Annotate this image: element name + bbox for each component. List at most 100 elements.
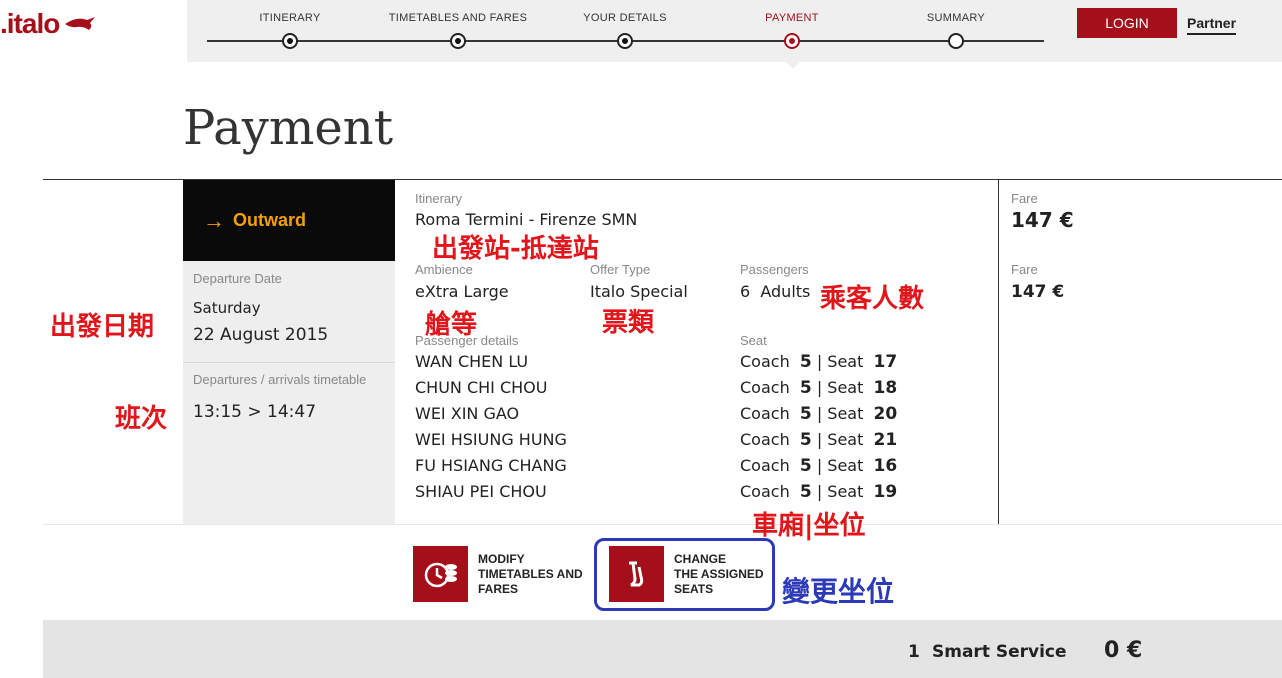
fare-label: Fare — [1011, 262, 1038, 277]
seat-number: 20 — [873, 404, 898, 424]
passengers-count: 6 — [740, 282, 751, 301]
modify-timetables-button[interactable]: MODIFY TIMETABLES AND FARES — [413, 545, 583, 603]
step-dot-icon — [282, 33, 298, 49]
fare-total: 147 € — [1011, 208, 1074, 232]
arrow-right-icon: → — [203, 207, 225, 233]
coach-number: 5 — [799, 352, 812, 372]
seat-assignment: Coach 5 | Seat 17 — [740, 352, 897, 372]
seat-separator: | — [816, 378, 823, 397]
passengers-unit: Adults — [760, 282, 811, 301]
seat-assignment: Coach 5 | Seat 16 — [740, 456, 897, 476]
passenger-name: WAN CHEN LU — [415, 352, 529, 371]
itinerary-value: Roma Termini - Firenze SMN — [415, 210, 638, 229]
timetable-label: Departures / arrivals timetable — [193, 372, 367, 387]
seat-number: 18 — [873, 378, 898, 398]
passenger-name: WEI HSIUNG HUNG — [415, 430, 567, 449]
passenger-name: SHIAU PEI CHOU — [415, 482, 547, 501]
divider — [43, 524, 1282, 525]
annotation-train: 班次 — [115, 404, 168, 434]
seat-word: Seat — [827, 404, 864, 423]
seat-word: Seat — [827, 378, 864, 397]
service-count: 1 — [908, 642, 920, 662]
partner-link[interactable]: Partner — [1187, 15, 1237, 35]
seat-separator: | — [816, 456, 823, 475]
fare-label: Fare — [1011, 191, 1038, 206]
page-title: Payment — [183, 100, 393, 156]
step-dot-icon — [450, 33, 466, 49]
coach-word: Coach — [740, 482, 790, 501]
seat-word: Seat — [827, 352, 864, 371]
annotation-stations: 出發站-抵達站 — [432, 234, 599, 264]
modify-line: FARES — [478, 581, 519, 596]
step-timetables-and-fares[interactable]: TIMETABLES AND FARES — [378, 0, 538, 60]
seat-word: Seat — [827, 482, 864, 501]
step-your-details[interactable]: YOUR DETAILS — [545, 0, 705, 60]
coach-word: Coach — [740, 430, 790, 449]
outward-header: → Outward — [183, 180, 395, 261]
seat-number: 17 — [873, 352, 898, 372]
offer-type-label: Offer Type — [590, 262, 651, 277]
seat-separator: | — [816, 352, 823, 371]
coach-number: 5 — [799, 430, 812, 450]
service-summary-bar — [43, 620, 1282, 678]
step-dot-icon — [784, 33, 800, 49]
step-label: SUMMARY — [926, 12, 986, 24]
coach-word: Coach — [740, 456, 790, 475]
seat-word: Seat — [827, 430, 864, 449]
italo-logo[interactable]: .italo — [0, 4, 120, 44]
timetable-value: 13:15 > 14:47 — [193, 402, 317, 422]
divider — [183, 362, 395, 363]
step-label: YOUR DETAILS — [583, 12, 667, 24]
seat-number: 21 — [873, 430, 898, 450]
passengers-value: 6 Adults — [740, 282, 810, 301]
coach-number: 5 — [799, 456, 812, 476]
coach-word: Coach — [740, 404, 790, 423]
passenger-name: FU HSIANG CHANG — [415, 456, 567, 475]
annotation-cabin: 艙等 — [425, 310, 478, 340]
coach-word: Coach — [740, 378, 790, 397]
highlight-box — [594, 538, 775, 611]
seat-label: Seat — [740, 333, 767, 348]
passenger-name: CHUN CHI CHOU — [415, 378, 548, 397]
departure-day: Saturday — [193, 299, 261, 317]
login-button[interactable]: LOGIN — [1077, 8, 1177, 38]
coach-number: 5 — [799, 378, 812, 398]
step-label: TIMETABLES AND FARES — [388, 12, 528, 24]
step-dot-icon — [948, 33, 964, 49]
annotation-passenger-count: 乘客人數 — [820, 284, 925, 314]
direction-label: Outward — [233, 210, 307, 230]
seat-separator: | — [816, 430, 823, 449]
ambience-value: eXtra Large — [415, 282, 509, 301]
step-label: ITINERARY — [259, 12, 321, 24]
service-name: Smart Service — [932, 642, 1067, 662]
seat-separator: | — [816, 482, 823, 501]
annotation-departure-date: 出發日期 — [50, 312, 155, 342]
divider — [998, 180, 999, 524]
step-summary: SUMMARY — [876, 0, 1036, 60]
step-dot-icon — [617, 33, 633, 49]
step-itinerary[interactable]: ITINERARY — [210, 0, 370, 60]
service-price: 0 € — [1104, 638, 1143, 663]
seat-number: 19 — [873, 482, 898, 502]
modify-line: MODIFY — [478, 551, 525, 566]
modify-button-label: MODIFY TIMETABLES AND FARES — [478, 552, 583, 597]
seat-assignment: Coach 5 | Seat 18 — [740, 378, 897, 398]
seat-assignment: Coach 5 | Seat 19 — [740, 482, 897, 502]
active-step-pointer — [785, 61, 801, 69]
annotation-change-seat: 變更坐位 — [782, 575, 895, 608]
fare-passenger: 147 € — [1011, 282, 1065, 302]
coach-number: 5 — [799, 482, 812, 502]
passengers-label: Passengers — [740, 262, 809, 277]
step-payment: PAYMENT — [712, 0, 872, 60]
seat-assignment: Coach 5 | Seat 21 — [740, 430, 897, 450]
passenger-name: WEI XIN GAO — [415, 404, 520, 423]
departure-date-label: Departure Date — [193, 271, 282, 286]
seat-separator: | — [816, 404, 823, 423]
departure-date: 22 August 2015 — [193, 325, 329, 345]
coach-number: 5 — [799, 404, 812, 424]
logo-text: .italo — [0, 8, 60, 39]
seat-number: 16 — [873, 456, 898, 476]
clock-coins-icon — [413, 546, 468, 602]
logo-bird-icon — [65, 17, 96, 30]
seat-assignment: Coach 5 | Seat 20 — [740, 404, 897, 424]
